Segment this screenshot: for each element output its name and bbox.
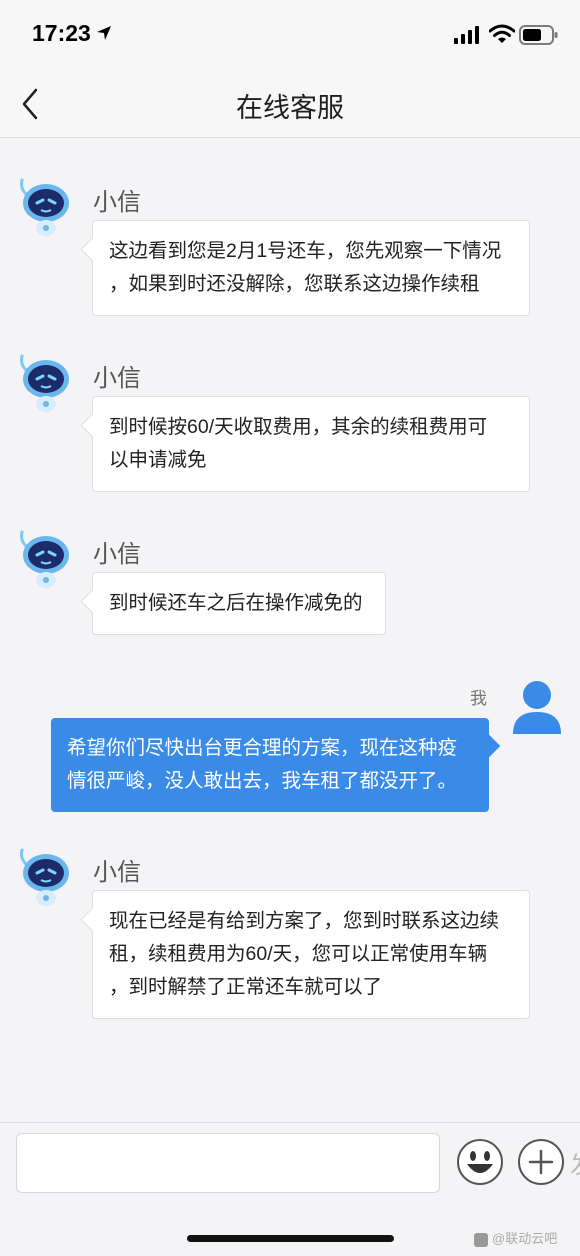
message-bubble: 到时候还车之后在操作减免的 bbox=[92, 572, 386, 635]
bot-avatar-icon bbox=[20, 530, 69, 588]
sender-name: 小信 bbox=[93, 859, 141, 886]
message-line: 情很严峻，没人敢出去，我车租了都没开了。 bbox=[67, 770, 458, 792]
message-line: 现在已经是有给到方案了，您到时联系这边续 bbox=[109, 910, 500, 932]
bot-avatar-icon bbox=[20, 354, 69, 412]
input-bar: 发 bbox=[0, 1122, 580, 1202]
location-arrow-icon bbox=[97, 26, 111, 40]
plus-circle-icon[interactable] bbox=[517, 1138, 565, 1186]
watermark-text: @联动云吧 bbox=[492, 1231, 558, 1246]
message-line: 租，续租费用为60/天，您可以正常使用车辆 bbox=[109, 943, 488, 965]
send-button[interactable]: 发 bbox=[570, 1145, 580, 1180]
message-line: 到时候按60/天收取费用，其余的续租费用可 bbox=[109, 416, 488, 438]
bot-avatar-icon bbox=[20, 848, 69, 906]
message-bubble: 希望你们尽快出台更合理的方案，现在这种疫 情很严峻，没人敢出去，我车租了都没开了… bbox=[51, 718, 489, 812]
home-indicator[interactable] bbox=[187, 1235, 394, 1242]
sender-name: 小信 bbox=[93, 541, 141, 568]
message-line: 这边看到您是2月1号还车，您先观察一下情况 bbox=[109, 240, 502, 262]
message-bubble: 现在已经是有给到方案了，您到时联系这边续 租，续租费用为60/天，您可以正常使用… bbox=[92, 890, 530, 1019]
message-line: ，如果到时还没解除，您联系这边操作续租 bbox=[109, 273, 480, 295]
bot-avatar-icon bbox=[20, 178, 69, 236]
message-bubble: 这边看到您是2月1号还车，您先观察一下情况 ，如果到时还没解除，您联系这边操作续… bbox=[92, 220, 530, 316]
nav-bar: 在线客服 bbox=[0, 70, 580, 138]
battery-icon bbox=[519, 25, 558, 45]
message-line: 到时候还车之后在操作减免的 bbox=[109, 592, 363, 614]
status-time: 17:23 bbox=[32, 20, 91, 46]
signal-bars-icon bbox=[454, 26, 479, 44]
user-avatar-icon bbox=[513, 681, 561, 734]
sender-name: 小信 bbox=[93, 365, 141, 392]
sender-name: 小信 bbox=[93, 189, 141, 216]
watermark: @联动云吧 bbox=[474, 1228, 557, 1247]
message-input[interactable] bbox=[16, 1133, 440, 1193]
wifi-icon bbox=[489, 24, 515, 43]
message-line: ，到时解禁了正常还车就可以了 bbox=[109, 976, 383, 998]
smiley-face-icon[interactable] bbox=[456, 1138, 504, 1186]
watermark-logo-icon bbox=[474, 1232, 488, 1247]
status-bar: 17:23 bbox=[0, 0, 580, 70]
message-line: 以申请减免 bbox=[109, 449, 207, 471]
page-title: 在线客服 bbox=[236, 93, 344, 123]
message-bubble: 到时候按60/天收取费用，其余的续租费用可 以申请减免 bbox=[92, 396, 530, 492]
message-line: 希望你们尽快出台更合理的方案，现在这种疫 bbox=[67, 737, 458, 759]
sender-name: 我 bbox=[470, 689, 487, 708]
